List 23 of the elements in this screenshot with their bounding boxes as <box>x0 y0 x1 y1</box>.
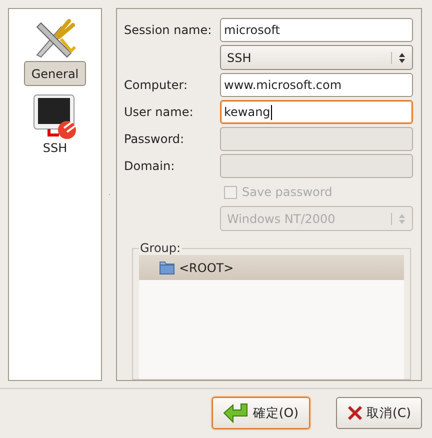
field-label: Domain: <box>124 159 176 173</box>
spin-arrows-icon <box>391 212 406 224</box>
sidebar-item[interactable]: SSH <box>31 92 79 156</box>
field-label: Computer: <box>124 78 188 92</box>
sidebar-label: SSH <box>42 140 68 156</box>
spin-arrows-icon <box>391 52 406 64</box>
cancel-button[interactable]: 取消(C) <box>336 397 422 429</box>
field-label: User name: <box>124 105 194 119</box>
field-label: Session name: <box>124 23 213 37</box>
tree-item[interactable]: <ROOT> <box>139 255 404 280</box>
input-field[interactable]: microsoft <box>220 18 413 42</box>
arrow-icon <box>222 402 249 424</box>
folder-icon <box>159 260 175 274</box>
terminal-icon <box>31 92 79 140</box>
dropdown[interactable]: SSH <box>220 45 413 70</box>
sidebar-label: General <box>24 61 86 86</box>
close-icon <box>346 405 363 421</box>
input-field[interactable]: www.microsoft.com <box>220 73 413 97</box>
sidebar-item[interactable]: General <box>24 13 86 86</box>
input-field[interactable]: kewang <box>220 100 413 124</box>
field-label: Password: <box>124 132 186 146</box>
group-label: Group: <box>139 241 182 255</box>
ok-button[interactable]: 確定(O) <box>212 397 310 429</box>
